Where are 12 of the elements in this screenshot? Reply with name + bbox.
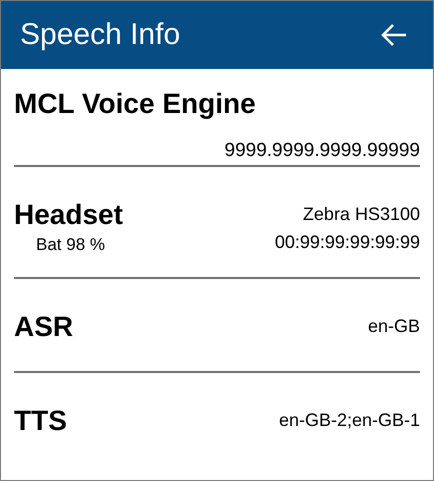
section-subtitle: Bat 98 % — [36, 234, 105, 256]
section-title: Headset — [14, 198, 123, 232]
app-bar-title: Speech Info — [20, 17, 180, 53]
section-value: en-GB-2;en-GB-1 — [278, 409, 420, 432]
section-value: Zebra HS3100 — [302, 203, 420, 226]
section-value: 00:99:99:99:99:99 — [274, 231, 420, 254]
section-title: TTS — [14, 404, 67, 438]
section-title: MCL Voice Engine — [14, 87, 256, 121]
section-value: 9999.9999.9999.99999 — [224, 139, 420, 163]
section-value: en-GB — [368, 315, 420, 338]
section-title: ASR — [14, 310, 74, 344]
back-arrow-icon — [381, 23, 407, 47]
